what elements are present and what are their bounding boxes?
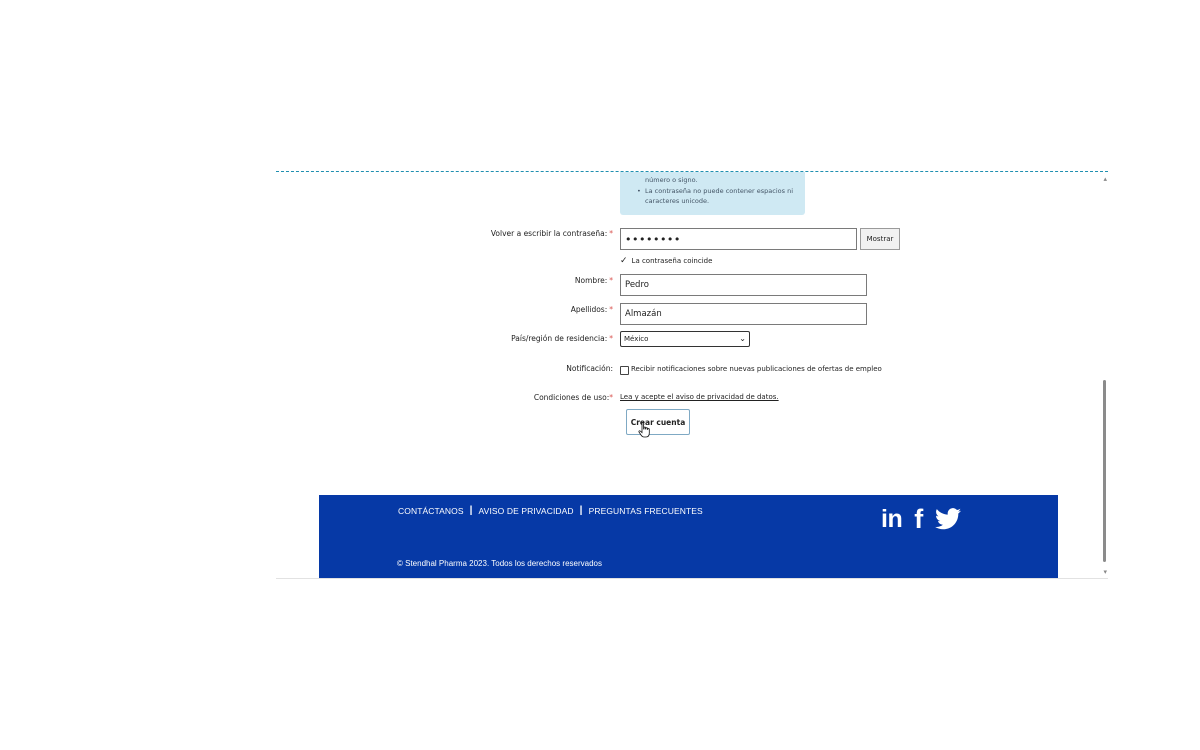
hint-line: La contraseña no puede contener espacios… bbox=[645, 187, 794, 195]
label-text: Apellidos: bbox=[570, 305, 608, 314]
hand-cursor-icon bbox=[638, 422, 650, 438]
notification-checkbox-label[interactable]: Recibir notificaciones sobre nuevas publ… bbox=[631, 365, 882, 373]
hint-line: número o signo. bbox=[645, 176, 698, 184]
country-label: País/región de residencia: * bbox=[276, 334, 613, 343]
scroll-up-icon[interactable]: ▴ bbox=[1103, 175, 1107, 183]
browser-viewport: número o signo. • La contraseña no puede… bbox=[276, 171, 1108, 579]
label-text: País/región de residencia: bbox=[511, 334, 608, 343]
notification-checkbox[interactable] bbox=[620, 366, 629, 375]
footer-separator: | bbox=[469, 505, 473, 516]
footer-link-contact[interactable]: CONTÁCTANOS bbox=[398, 506, 464, 516]
create-account-button[interactable]: Crear cuenta bbox=[626, 409, 690, 435]
required-mark: * bbox=[609, 229, 613, 238]
required-mark: * bbox=[609, 334, 613, 343]
required-mark: * bbox=[609, 305, 613, 314]
label-text: Volver a escribir la contraseña: bbox=[490, 229, 608, 238]
country-select[interactable]: México ⌄ bbox=[620, 331, 750, 347]
last-name-input[interactable]: Almazán bbox=[620, 303, 867, 325]
required-mark: * bbox=[609, 276, 613, 285]
label-text: Nombre: bbox=[574, 276, 608, 285]
chevron-down-icon: ⌄ bbox=[739, 334, 746, 343]
checkmark-icon: ✓ bbox=[620, 256, 628, 266]
footer-link-faq[interactable]: PREGUNTAS FRECUENTES bbox=[589, 506, 703, 516]
site-footer: CONTÁCTANOS | AVISO DE PRIVACIDAD | PREG… bbox=[319, 495, 1058, 578]
hint-line: caracteres unicode. bbox=[645, 197, 710, 205]
footer-link-privacy[interactable]: AVISO DE PRIVACIDAD bbox=[479, 506, 574, 516]
facebook-icon[interactable]: f bbox=[914, 505, 923, 533]
last-name-label: Apellidos: * bbox=[276, 305, 613, 314]
linkedin-icon[interactable]: in bbox=[881, 505, 903, 533]
privacy-notice-link[interactable]: Lea y acepte el aviso de privacidad de d… bbox=[620, 393, 779, 401]
required-mark: * bbox=[609, 393, 613, 402]
label-text: Condiciones de uso: bbox=[533, 393, 610, 402]
footer-links: CONTÁCTANOS | AVISO DE PRIVACIDAD | PREG… bbox=[398, 505, 703, 516]
notification-label: Notificación: bbox=[566, 364, 613, 373]
confirm-password-input[interactable]: •••••••• bbox=[620, 228, 857, 250]
show-password-button[interactable]: Mostrar bbox=[860, 228, 900, 250]
social-links: in f bbox=[881, 505, 962, 533]
footer-separator: | bbox=[579, 505, 583, 516]
scroll-down-icon[interactable]: ▾ bbox=[1103, 568, 1107, 576]
password-match-message: ✓ La contraseña coincide bbox=[620, 256, 712, 266]
scrollbar-thumb[interactable] bbox=[1103, 380, 1106, 562]
vertical-scrollbar[interactable]: ▴ ▾ bbox=[1100, 172, 1108, 578]
country-selected-value: México bbox=[624, 335, 649, 343]
first-name-input[interactable]: Pedro bbox=[620, 274, 867, 296]
password-requirements-box: número o signo. • La contraseña no puede… bbox=[620, 172, 805, 215]
confirm-password-label: Volver a escribir la contraseña: * bbox=[276, 229, 613, 238]
terms-label: Condiciones de uso:* bbox=[276, 393, 613, 402]
bullet-icon: • bbox=[637, 187, 641, 195]
twitter-icon[interactable] bbox=[935, 508, 962, 530]
match-text: La contraseña coincide bbox=[631, 257, 713, 265]
first-name-label: Nombre: * bbox=[276, 276, 613, 285]
copyright-text: © Stendhal Pharma 2023. Todos los derech… bbox=[397, 559, 602, 568]
